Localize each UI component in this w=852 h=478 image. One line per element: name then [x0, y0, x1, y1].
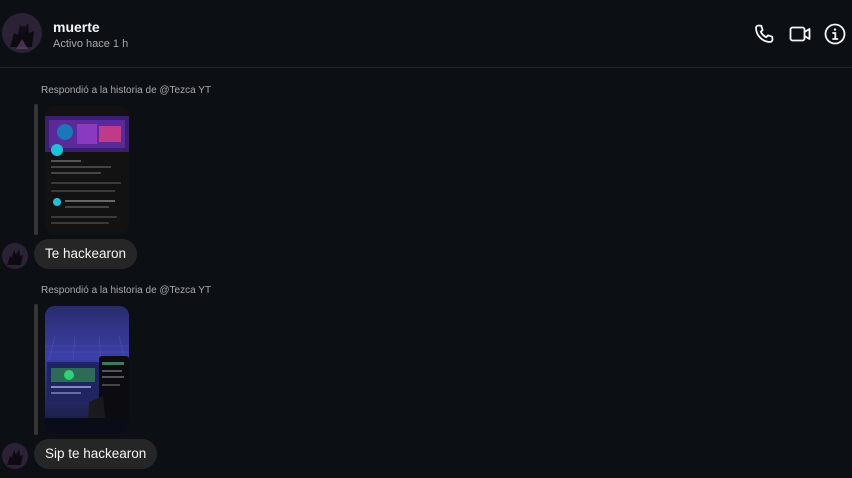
- story-reply-label: Respondió a la historia de @Tezca YT: [41, 85, 212, 96]
- story-thumbnail[interactable]: [45, 306, 129, 434]
- message-bubble[interactable]: Te hackearon: [34, 239, 138, 269]
- story-image: [45, 306, 129, 434]
- message-bubble[interactable]: Sip te hackearon: [34, 439, 158, 469]
- chat-header: muerte Activo hace 1 h: [0, 0, 852, 68]
- reply-divider: [34, 104, 38, 235]
- story-image: [45, 106, 129, 234]
- video-call-icon[interactable]: [788, 22, 812, 46]
- avatar-image: [2, 13, 42, 53]
- chat-username[interactable]: muerte: [53, 19, 100, 35]
- sender-avatar[interactable]: [2, 443, 28, 469]
- reply-divider: [34, 304, 38, 435]
- sender-avatar[interactable]: [2, 243, 28, 269]
- avatar-image: [2, 443, 28, 469]
- phone-icon[interactable]: [752, 22, 776, 46]
- info-icon[interactable]: [823, 22, 847, 46]
- active-status: Activo hace 1 h: [53, 38, 129, 50]
- avatar[interactable]: [2, 13, 42, 53]
- story-reply-label: Respondió a la historia de @Tezca YT: [41, 285, 212, 296]
- dm-thread: muerte Activo hace 1 h Respondió a la hi…: [0, 0, 852, 478]
- avatar-image: [2, 243, 28, 269]
- story-thumbnail[interactable]: [45, 106, 129, 234]
